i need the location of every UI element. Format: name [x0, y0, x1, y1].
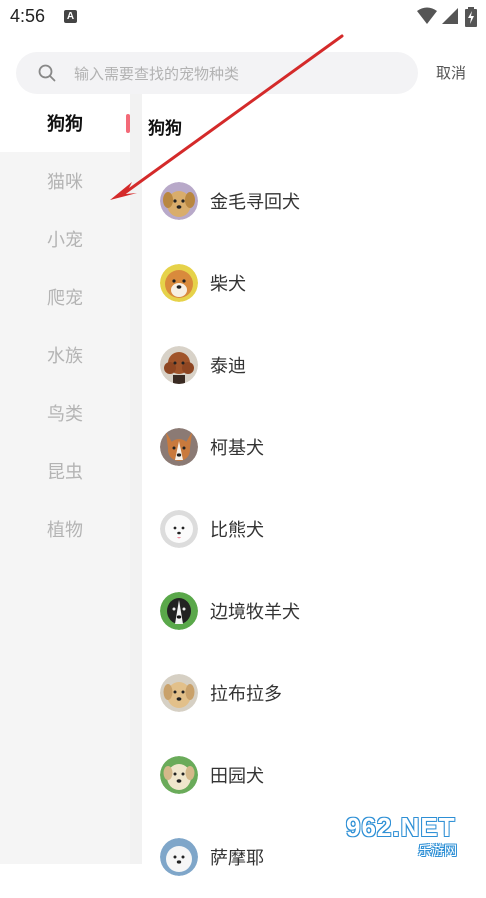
poodle-icon	[160, 346, 198, 384]
sidebar-item-reptiles[interactable]: 爬宠	[0, 268, 130, 326]
search-icon	[38, 64, 56, 82]
pet-name: 萨摩耶	[210, 848, 264, 869]
samoyed-icon	[160, 838, 198, 876]
pet-name: 柴犬	[210, 274, 246, 295]
category-sidebar: 狗狗 猫咪 小宠 爬宠 水族 鸟类 昆虫 植物	[0, 94, 130, 864]
bichon-icon	[160, 510, 198, 548]
watermark-main: 962.NET	[346, 812, 456, 842]
sidebar-item-cats[interactable]: 猫咪	[0, 152, 130, 210]
pet-name: 泰迪	[210, 356, 246, 377]
sidebar-item-label: 植物	[47, 520, 83, 541]
corgi-icon	[160, 428, 198, 466]
sidebar-divider	[130, 94, 142, 864]
cancel-button[interactable]: 取消	[436, 62, 466, 83]
sidebar-item-plants[interactable]: 植物	[0, 500, 130, 558]
sidebar-item-insects[interactable]: 昆虫	[0, 442, 130, 500]
section-title: 狗狗	[148, 119, 182, 139]
sidebar-item-label: 爬宠	[47, 288, 83, 309]
pet-name: 比熊犬	[210, 520, 264, 541]
notification-a-icon: A	[64, 10, 77, 23]
sidebar-item-label: 昆虫	[47, 462, 83, 483]
labrador-icon	[160, 674, 198, 712]
pet-name: 金毛寻回犬	[210, 192, 300, 213]
watermark-sub: 乐游网	[418, 844, 458, 859]
pet-row-corgi[interactable]: 柯基犬	[142, 406, 486, 488]
sidebar-item-label: 狗狗	[47, 114, 83, 135]
pet-row-poodle[interactable]: 泰迪	[142, 324, 486, 406]
search-box[interactable]	[16, 52, 418, 96]
wifi-icon	[417, 7, 437, 24]
sidebar-item-dogs[interactable]: 狗狗	[0, 94, 130, 152]
pet-name: 柯基犬	[210, 438, 264, 459]
border-collie-icon	[160, 592, 198, 630]
battery-charging-icon	[465, 7, 477, 27]
sidebar-item-aquatic[interactable]: 水族	[0, 326, 130, 384]
sidebar-item-label: 猫咪	[47, 172, 83, 193]
status-bar: 4:56 A	[0, 0, 486, 36]
sidebar-item-label: 小宠	[47, 230, 83, 251]
status-time: 4:56	[10, 6, 46, 26]
pet-row-shiba[interactable]: 柴犬	[142, 242, 486, 324]
pet-name: 拉布拉多	[210, 684, 282, 705]
sidebar-item-label: 鸟类	[47, 404, 83, 425]
golden-retriever-icon	[160, 182, 198, 220]
pet-row-bichon[interactable]: 比熊犬	[142, 488, 486, 570]
sidebar-item-small-pets[interactable]: 小宠	[0, 210, 130, 268]
rural-dog-icon	[160, 756, 198, 794]
pet-name: 田园犬	[210, 766, 264, 787]
pet-row-rural-dog[interactable]: 田园犬	[142, 734, 486, 816]
sidebar-item-label: 水族	[47, 346, 83, 367]
watermark-logo: 962.NET 乐游网	[346, 812, 482, 859]
search-input[interactable]	[72, 52, 406, 96]
signal-icon	[442, 8, 458, 24]
sidebar-item-birds[interactable]: 鸟类	[0, 384, 130, 442]
pet-row-golden-retriever[interactable]: 金毛寻回犬	[142, 160, 486, 242]
shiba-icon	[160, 264, 198, 302]
pet-name: 边境牧羊犬	[210, 602, 300, 623]
pet-row-labrador[interactable]: 拉布拉多	[142, 652, 486, 734]
pet-row-border-collie[interactable]: 边境牧羊犬	[142, 570, 486, 652]
